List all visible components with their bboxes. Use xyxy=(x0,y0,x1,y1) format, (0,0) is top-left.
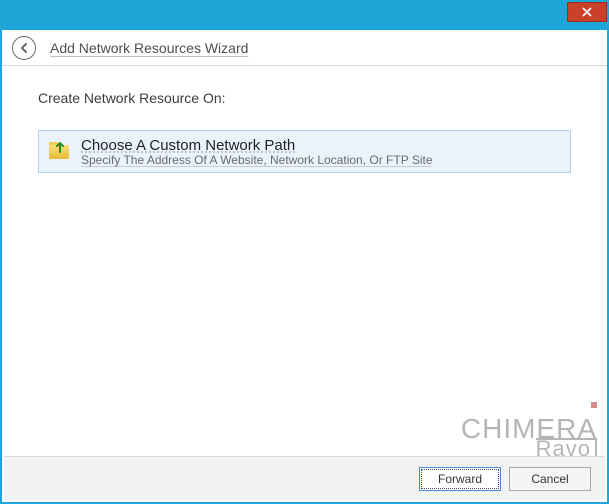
custom-network-path-option[interactable]: Choose A Custom Network Path Specify The… xyxy=(47,137,562,168)
wizard-footer: Forward Cancel xyxy=(4,456,605,500)
network-location-list: Choose A Custom Network Path Specify The… xyxy=(38,130,571,173)
network-folder-icon xyxy=(47,139,71,163)
wizard-content: Create Network Resource On: Choose A Cus… xyxy=(2,66,607,458)
titlebar xyxy=(2,2,607,30)
back-arrow-icon xyxy=(18,42,30,54)
window-frame: Add Network Resources Wizard Create Netw… xyxy=(0,0,609,504)
close-icon xyxy=(582,7,592,17)
option-description: Specify The Address Of A Website, Networ… xyxy=(81,154,562,168)
option-title: Choose A Custom Network Path xyxy=(81,137,562,154)
back-button[interactable] xyxy=(12,36,36,60)
forward-button[interactable]: Forward xyxy=(419,467,501,491)
wizard-header: Add Network Resources Wizard xyxy=(2,30,607,66)
close-button[interactable] xyxy=(567,2,607,22)
wizard-title: Add Network Resources Wizard xyxy=(50,40,248,56)
option-text: Choose A Custom Network Path Specify The… xyxy=(81,137,562,168)
instruction-text: Create Network Resource On: xyxy=(38,90,571,106)
cancel-button[interactable]: Cancel xyxy=(509,467,591,491)
